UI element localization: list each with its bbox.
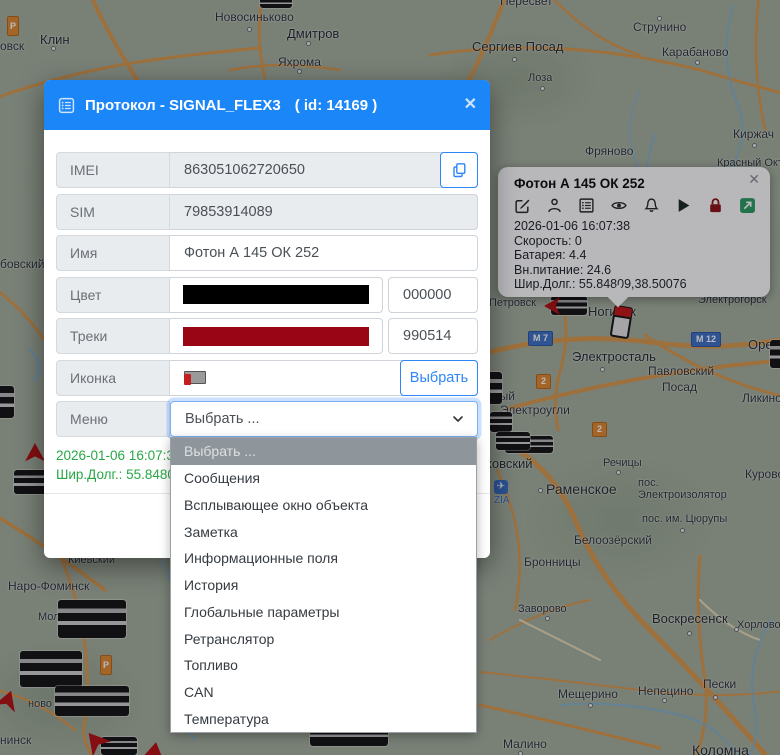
menu-row: Меню Выбрать ... <box>56 401 478 437</box>
modal-title: Протокол - SIGNAL_FLEX3 <box>85 97 281 114</box>
menu-select[interactable]: Выбрать ... <box>170 401 478 437</box>
sim-field: 79853914089 <box>170 194 478 230</box>
choose-icon-button[interactable]: Выбрать <box>400 360 478 396</box>
app-window: НовосиньковоКлиновскДмитровЯхромаПересве… <box>0 0 780 755</box>
menu-option[interactable]: Всплывающее окно объекта <box>171 491 476 518</box>
imei-row: IMEI 863051062720650 <box>56 152 478 188</box>
menu-option[interactable]: Глобальные параметры <box>171 598 476 625</box>
form-list-icon <box>58 97 75 114</box>
icon-label: Иконка <box>56 360 170 396</box>
menu-option[interactable]: Информационные поля <box>171 545 476 572</box>
menu-option[interactable]: Выбрать ... <box>171 438 476 465</box>
color-picker-field[interactable] <box>170 277 383 313</box>
color-row: Цвет 000000 <box>56 277 478 313</box>
tracks-row: Треки 990514 <box>56 318 478 354</box>
color-hex-field[interactable]: 000000 <box>388 277 478 313</box>
tracks-picker-field[interactable] <box>170 318 383 354</box>
imei-field: 863051062720650 <box>170 152 478 188</box>
menu-option[interactable]: История <box>171 572 476 599</box>
modal-header: Протокол - SIGNAL_FLEX3 ( id: 14169 ) ✕ <box>44 80 490 130</box>
menu-option[interactable]: Заметка <box>171 518 476 545</box>
modal-close-icon[interactable]: ✕ <box>464 94 477 114</box>
truck-cab <box>184 374 191 385</box>
color-label: Цвет <box>56 277 170 313</box>
tracks-hex-field[interactable]: 990514 <box>388 318 478 354</box>
menu-selected-value: Выбрать ... <box>185 411 260 427</box>
name-row: Имя Фотон А 145 ОК 252 <box>56 235 478 271</box>
menu-option[interactable]: Ретранслятор <box>171 625 476 652</box>
name-label: Имя <box>56 235 170 271</box>
menu-dropdown-list: Выбрать ...СообщенияВсплывающее окно объ… <box>170 437 477 733</box>
menu-option[interactable]: Топливо <box>171 652 476 679</box>
modal-id: ( id: 14169 ) <box>295 97 378 114</box>
menu-option[interactable]: Температура <box>171 705 476 732</box>
menu-option[interactable]: Сообщения <box>171 465 476 492</box>
modal-body: IMEI 863051062720650 SIM 79853914089 Имя… <box>44 130 490 484</box>
chevron-down-icon <box>452 413 464 425</box>
sim-label: SIM <box>56 194 170 230</box>
menu-label: Меню <box>56 401 170 437</box>
sim-row: SIM 79853914089 <box>56 194 478 230</box>
vehicle-icon-preview <box>184 371 206 384</box>
copy-icon <box>451 162 467 178</box>
menu-option[interactable]: CAN <box>171 679 476 706</box>
tracks-swatch <box>183 327 369 346</box>
imei-label: IMEI <box>56 152 170 188</box>
color-swatch <box>183 285 369 304</box>
copy-imei-button[interactable] <box>440 152 478 188</box>
icon-row: Иконка Выбрать <box>56 360 478 396</box>
name-field[interactable]: Фотон А 145 ОК 252 <box>170 235 478 271</box>
tracks-label: Треки <box>56 318 170 354</box>
